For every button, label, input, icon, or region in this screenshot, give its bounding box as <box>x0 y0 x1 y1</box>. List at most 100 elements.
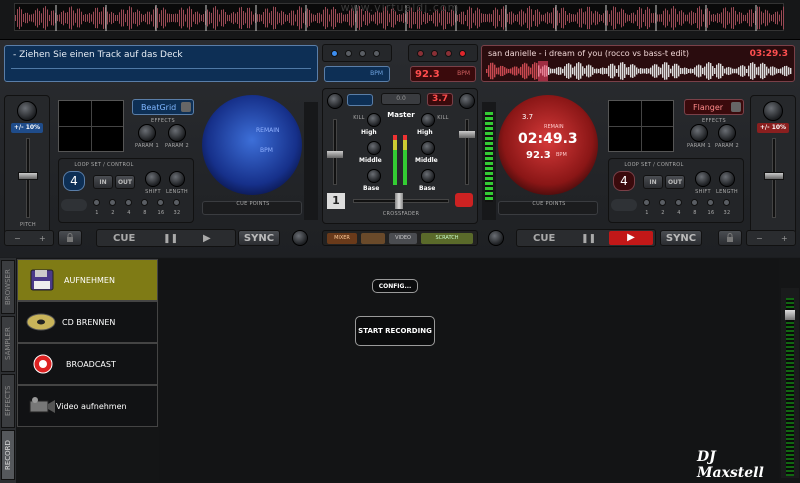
left-shift-knob[interactable] <box>145 171 161 187</box>
right-loop-size-button[interactable] <box>675 199 682 206</box>
left-pause-button[interactable]: ❚❚ <box>163 234 178 244</box>
mode-dot-2[interactable] <box>345 50 352 57</box>
right-nudge-buttons[interactable]: − + <box>746 230 796 246</box>
right-loop-out-button[interactable]: OUT <box>665 175 685 189</box>
left-play-button[interactable]: ▶ <box>203 233 211 244</box>
tab-cue[interactable] <box>361 233 385 244</box>
tab-sampler[interactable]: SAMPLER <box>1 316 15 372</box>
mixer-tabs: MIXER VIDEO SCRATCH <box>322 230 478 246</box>
config-button[interactable]: CONFIG... <box>372 279 418 293</box>
crossfader[interactable] <box>395 193 403 209</box>
right-base-knob[interactable] <box>421 169 435 183</box>
right-loop-size-label: 8 <box>693 210 697 216</box>
right-effect-select[interactable]: Flanger <box>684 99 744 115</box>
right-param2-knob[interactable] <box>718 124 736 142</box>
menu-broadcast[interactable]: BROADCAST <box>17 343 158 385</box>
mixer-left-gain-knob[interactable] <box>327 93 343 109</box>
right-loop-size-button[interactable] <box>723 199 730 206</box>
mixer-right-gain-knob[interactable] <box>459 93 475 109</box>
tab-record[interactable]: RECORD <box>1 430 15 480</box>
right-middle-knob[interactable] <box>421 141 435 155</box>
mode-dot-r1[interactable] <box>417 50 424 57</box>
left-cue-button[interactable]: CUE <box>113 233 135 244</box>
left-loop-in-button[interactable]: IN <box>93 175 113 189</box>
left-volume-fader[interactable] <box>327 151 343 158</box>
right-cue-button[interactable]: CUE <box>533 233 555 244</box>
right-loop-size-button[interactable] <box>707 199 714 206</box>
right-play-button[interactable]: ▶ <box>609 231 653 245</box>
mode-dot-4[interactable] <box>373 50 380 57</box>
right-loop-size-button[interactable] <box>691 199 698 206</box>
left-effect-select[interactable]: BeatGrid <box>132 99 194 115</box>
master-vu-left <box>393 135 397 185</box>
left-param1-knob[interactable] <box>138 124 156 142</box>
record-button[interactable] <box>455 193 473 207</box>
left-pitch-slider[interactable] <box>18 172 38 180</box>
right-options-button[interactable] <box>488 230 504 246</box>
menu-video-aufnehmen[interactable]: Video aufnehmen <box>17 385 158 427</box>
left-param2-knob[interactable] <box>168 124 186 142</box>
tab-effects[interactable]: EFFECTS <box>1 374 15 428</box>
cd-disc-icon <box>26 313 56 331</box>
right-loop-size-button[interactable] <box>643 199 650 206</box>
right-loop-value[interactable]: 4 <box>613 171 635 191</box>
left-loop-value[interactable]: 4 <box>63 171 85 191</box>
left-options-button[interactable] <box>292 230 308 246</box>
tab-mixer[interactable]: MIXER <box>327 233 357 244</box>
right-cue-points: CUE POINTS <box>498 201 598 215</box>
right-length-knob[interactable] <box>719 171 735 187</box>
left-loop-out-button[interactable]: OUT <box>115 175 135 189</box>
left-length-knob[interactable] <box>169 171 185 187</box>
left-loop-size-button[interactable] <box>125 199 132 206</box>
left-high-knob[interactable] <box>367 113 381 127</box>
left-pitch-knob[interactable] <box>17 101 37 121</box>
left-sync-button[interactable]: SYNC <box>238 230 280 246</box>
right-shift-knob[interactable] <box>695 171 711 187</box>
menu-cd-brennen[interactable]: CD BRENNEN <box>17 301 158 343</box>
tab-scratch[interactable]: SCRATCH <box>421 233 473 244</box>
left-nudge-buttons[interactable]: − + <box>4 230 54 246</box>
left-loop-size-button[interactable] <box>173 199 180 206</box>
right-pause-button[interactable]: ❚❚ <box>581 234 596 244</box>
left-base-knob[interactable] <box>367 169 381 183</box>
left-loop-size-button[interactable] <box>93 199 100 206</box>
mixer-mode-button[interactable]: 0.0 <box>381 93 421 105</box>
right-loop-size-button[interactable] <box>659 199 666 206</box>
right-loop-size-label: 2 <box>661 210 665 216</box>
menu-aufnehmen[interactable]: AUFNEHMEN <box>17 259 158 301</box>
mode-dot-r4[interactable] <box>459 50 466 57</box>
right-pitch-slider[interactable] <box>764 172 784 180</box>
left-lock-button[interactable] <box>58 230 82 246</box>
mixer-right-pitch-display: 3.7 <box>427 93 453 106</box>
right-lock-button[interactable] <box>718 230 742 246</box>
mode-dot-r2[interactable] <box>431 50 438 57</box>
deck-select-button[interactable]: 1 <box>327 193 345 209</box>
right-volume-fader[interactable] <box>459 131 475 138</box>
left-loop-size-button[interactable] <box>109 199 116 206</box>
right-high-knob[interactable] <box>421 113 435 127</box>
left-pitch-section: +/- 10% PITCH <box>4 95 50 235</box>
record-gain-slider[interactable] <box>785 310 795 320</box>
mode-dot-r3[interactable] <box>445 50 452 57</box>
mode-dot-3[interactable] <box>359 50 366 57</box>
mode-dot-1[interactable] <box>331 50 338 57</box>
left-pitch-range[interactable]: +/- 10% <box>11 123 43 133</box>
start-recording-button[interactable]: START RECORDING <box>355 316 435 346</box>
left-middle-knob[interactable] <box>367 141 381 155</box>
left-loop-size-button[interactable] <box>141 199 148 206</box>
right-track-waveform[interactable] <box>486 61 792 81</box>
right-pitch-range[interactable]: +/- 10% <box>757 123 789 133</box>
tab-video[interactable]: VIDEO <box>389 233 417 244</box>
right-jog-wheel[interactable]: 3.7 REMAIN 02:49.3 92.3 BPM <box>498 95 598 195</box>
left-loop-arrows[interactable] <box>61 199 87 211</box>
tab-browser[interactable]: BROWSER <box>1 260 15 314</box>
right-param1-knob[interactable] <box>690 124 708 142</box>
right-disc-time: 02:49.3 <box>518 131 578 147</box>
right-sync-button[interactable]: SYNC <box>660 230 702 246</box>
right-track-time: 03:29.3 <box>749 49 788 59</box>
right-pitch-knob[interactable] <box>763 101 783 121</box>
right-loop-arrows[interactable] <box>611 199 637 211</box>
left-jog-wheel[interactable]: REMAIN BPM <box>202 95 302 195</box>
right-loop-in-button[interactable]: IN <box>643 175 663 189</box>
left-loop-size-button[interactable] <box>157 199 164 206</box>
